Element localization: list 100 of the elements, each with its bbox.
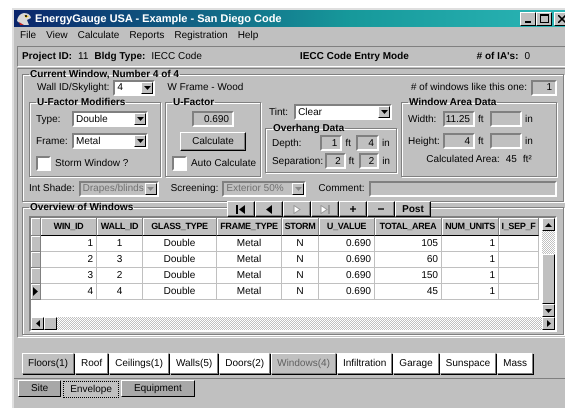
window-title: EnergyGauge USA - Example - San Diego Code <box>35 12 283 24</box>
scroll-left-button[interactable] <box>31 317 44 330</box>
navigator-button[interactable]: Post <box>395 201 431 217</box>
menu-item[interactable]: File <box>20 30 36 42</box>
up-arrow-icon <box>545 222 552 226</box>
wall-id-dropdown[interactable]: 4 <box>113 80 156 96</box>
maximize-icon <box>540 14 548 23</box>
minimize-button[interactable] <box>520 12 536 26</box>
group-title: Overhang Data <box>272 123 346 134</box>
dropdown-button[interactable] <box>134 135 146 147</box>
table-cell: N <box>282 236 319 252</box>
scroll-thumb[interactable] <box>542 254 555 304</box>
menu-item[interactable]: Reports <box>129 30 164 42</box>
column-header[interactable]: GLASS_TYPE <box>143 218 217 236</box>
unit-label: in <box>525 114 534 124</box>
tab[interactable]: Envelope <box>63 381 119 398</box>
table-cell <box>499 268 539 284</box>
table-cell: Metal <box>217 268 282 284</box>
table-cell: Double <box>143 268 217 284</box>
menu-item[interactable]: Help <box>238 30 258 42</box>
section-button[interactable]: Doors(2) <box>219 353 270 374</box>
unit-label: ft <box>348 156 356 166</box>
feet-field[interactable]: 4 <box>443 133 475 149</box>
scroll-down-button[interactable] <box>542 304 555 317</box>
right-arrow-icon <box>546 320 550 327</box>
table-cell: N <box>282 284 319 300</box>
group-title: Window Area Data <box>408 97 498 108</box>
scroll-up-button[interactable] <box>542 218 555 231</box>
feet-field[interactable]: 1 <box>320 135 342 151</box>
table-cell: 1 <box>41 236 97 252</box>
section-button[interactable]: Ceilings(1) <box>109 353 169 374</box>
column-header[interactable]: WALL_ID <box>97 218 143 236</box>
table-cell: 60 <box>375 252 442 268</box>
column-header[interactable]: NUM_UNITS <box>442 218 499 236</box>
column-header[interactable]: WIN_ID <box>41 218 97 236</box>
building-type-label: Bldg Type: <box>94 51 146 62</box>
section-button[interactable]: Floors(1) <box>22 353 74 374</box>
entry-mode-label: IECC Code Entry Mode <box>300 51 409 62</box>
row-indicator[interactable] <box>31 284 41 300</box>
inches-field[interactable]: 2 <box>358 153 380 169</box>
table-cell: 1 <box>442 252 499 268</box>
section-button[interactable]: Infiltration <box>336 353 392 374</box>
column-header[interactable]: U_VALUE <box>319 218 375 236</box>
navigator-button[interactable]: + <box>339 201 367 217</box>
table-cell: 150 <box>375 268 442 284</box>
next-icon <box>293 204 301 214</box>
dropdown-button[interactable] <box>378 106 390 118</box>
scroll-right-button[interactable] <box>542 317 555 330</box>
dropdown-button[interactable] <box>134 113 146 125</box>
section-button[interactable]: Roof <box>75 353 108 374</box>
table-cell: 1 <box>442 236 499 252</box>
table-cell: N <box>282 268 319 284</box>
group-title: Current Window, Number 4 of 4 <box>29 69 180 80</box>
storm-checkbox[interactable] <box>36 156 51 170</box>
inches-field[interactable] <box>490 111 522 127</box>
section-button[interactable]: Sunspace <box>440 353 496 374</box>
type-dropdown[interactable]: Double <box>72 111 148 127</box>
vertical-scrollbar[interactable] <box>542 218 555 317</box>
wall-id-label: Wall ID/Skylight: <box>37 82 110 93</box>
table-cell <box>499 236 539 252</box>
previous-record-button[interactable] <box>255 201 283 217</box>
auto-calculate-label: Auto Calculate <box>191 158 256 168</box>
unit-label: in <box>382 138 390 148</box>
menu-item[interactable]: View <box>46 30 68 42</box>
column-header[interactable]: FRAME_TYPE <box>217 218 282 236</box>
feet-field[interactable]: 11.25 <box>443 111 475 127</box>
caret-icon <box>136 139 144 143</box>
section-button[interactable]: Garage <box>393 353 439 374</box>
menu-item[interactable]: Calculate <box>78 30 120 42</box>
menu-item[interactable]: Registration <box>174 30 228 42</box>
column-header[interactable]: I_SEP_F <box>499 218 539 236</box>
tab[interactable]: Equipment <box>120 380 195 397</box>
section-button[interactable]: Mass <box>497 353 534 374</box>
dropdown-button[interactable] <box>141 82 154 94</box>
table-cell: 0.690 <box>319 268 375 284</box>
inches-field[interactable] <box>490 133 522 149</box>
inches-field[interactable]: 4 <box>356 135 379 151</box>
horizontal-scrollbar[interactable] <box>31 317 555 330</box>
first-record-button[interactable] <box>227 201 255 217</box>
table-cell: 45 <box>375 284 442 300</box>
scroll-thumb[interactable] <box>44 317 57 330</box>
frame-dropdown[interactable]: Metal <box>72 133 148 149</box>
u-factor-field[interactable]: 0.690 <box>192 111 234 127</box>
tab[interactable]: Site <box>18 380 62 397</box>
group-title: U-Factor <box>172 97 216 108</box>
dimension-label: Height: <box>408 136 440 146</box>
feet-field[interactable]: 2 <box>325 153 346 169</box>
comment-field[interactable] <box>368 180 557 196</box>
calculated-area-label: Calculated Area: <box>426 154 500 164</box>
column-header[interactable]: TOTAL_AREA <box>375 218 442 236</box>
ia-count-label: # of IA's: <box>476 51 518 62</box>
windows-like-field[interactable]: 1 <box>531 80 557 96</box>
column-header[interactable]: STORM <box>282 218 319 236</box>
auto-calculate-checkbox[interactable] <box>172 156 187 170</box>
calculate-button[interactable]: Calculate <box>180 132 246 150</box>
navigator-button[interactable]: − <box>367 201 395 217</box>
tint-dropdown[interactable]: Clear <box>294 104 392 120</box>
table-cell: N <box>282 252 319 268</box>
maximize-button[interactable] <box>536 12 552 26</box>
section-button[interactable]: Walls(5) <box>170 353 218 374</box>
